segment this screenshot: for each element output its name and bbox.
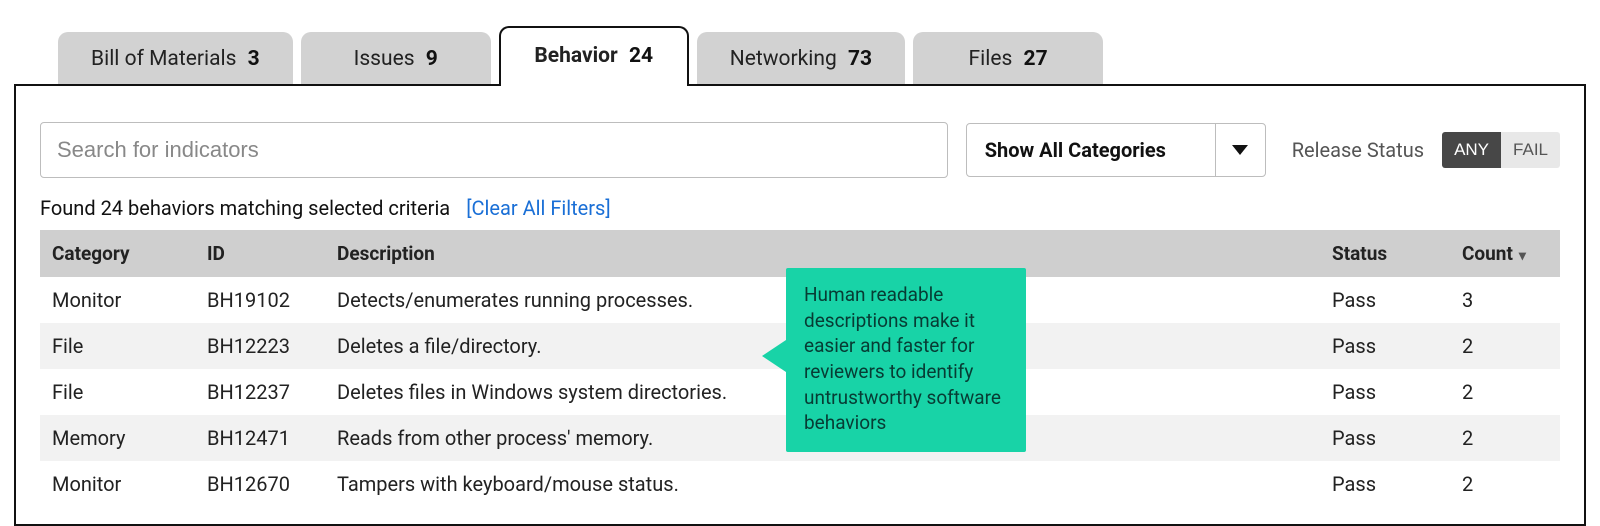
tab-count: 27	[1024, 47, 1048, 71]
cell-category: File	[40, 323, 195, 369]
tab-label: Files	[969, 47, 1013, 71]
callout-text: Human readable descriptions make it easi…	[804, 283, 1001, 434]
cell-status: Pass	[1320, 277, 1450, 323]
cell-id: BH19102	[195, 277, 325, 323]
clear-all-filters-link[interactable]: [Clear All Filters]	[466, 196, 610, 220]
cell-count: 2	[1450, 461, 1560, 507]
tab-bill-of-materials[interactable]: Bill of Materials 3	[58, 32, 293, 86]
toggle-fail-button[interactable]: FAIL	[1501, 132, 1560, 168]
category-dropdown[interactable]: Show All Categories	[966, 123, 1266, 177]
cell-category: File	[40, 369, 195, 415]
cell-count: 2	[1450, 415, 1560, 461]
col-label: Status	[1332, 242, 1387, 265]
tab-networking[interactable]: Networking 73	[697, 32, 905, 86]
cell-category: Memory	[40, 415, 195, 461]
cell-id: BH12670	[195, 461, 325, 507]
release-status-toggle: ANY FAIL	[1442, 132, 1560, 168]
cell-category: Monitor	[40, 277, 195, 323]
cell-category: Monitor	[40, 461, 195, 507]
tabs-row: Bill of Materials 3 Issues 9 Behavior 24…	[0, 0, 1600, 86]
col-label: ID	[207, 242, 225, 265]
search-box[interactable]	[40, 122, 948, 178]
search-input[interactable]	[57, 137, 931, 163]
table-row[interactable]: MonitorBH12670Tampers with keyboard/mous…	[40, 461, 1560, 507]
col-label: Description	[337, 242, 435, 265]
col-count[interactable]: Count ▾	[1450, 230, 1560, 277]
chevron-down-icon	[1215, 124, 1265, 176]
tab-count: 3	[248, 47, 260, 71]
cell-count: 2	[1450, 369, 1560, 415]
dropdown-label: Show All Categories	[967, 124, 1215, 176]
cell-status: Pass	[1320, 369, 1450, 415]
tab-count: 9	[426, 47, 438, 71]
sort-desc-icon: ▾	[1519, 248, 1526, 264]
tab-issues[interactable]: Issues 9	[301, 32, 491, 86]
tab-label: Bill of Materials	[91, 47, 236, 71]
tab-behavior[interactable]: Behavior 24	[499, 26, 689, 86]
cell-count: 3	[1450, 277, 1560, 323]
tab-label: Issues	[354, 47, 415, 71]
cell-status: Pass	[1320, 461, 1450, 507]
col-category[interactable]: Category	[40, 230, 195, 277]
tab-label: Behavior	[534, 44, 617, 68]
release-status-label: Release Status	[1292, 138, 1424, 162]
cell-count: 2	[1450, 323, 1560, 369]
toggle-any-button[interactable]: ANY	[1442, 132, 1501, 168]
results-summary-line: Found 24 behaviors matching selected cri…	[40, 196, 1560, 220]
col-label: Count	[1462, 242, 1513, 265]
col-id[interactable]: ID	[195, 230, 325, 277]
tab-count: 24	[629, 44, 653, 68]
cell-id: BH12471	[195, 415, 325, 461]
col-status[interactable]: Status	[1320, 230, 1450, 277]
content-panel: Show All Categories Release Status ANY F…	[14, 84, 1586, 526]
tab-files[interactable]: Files 27	[913, 32, 1103, 86]
cell-status: Pass	[1320, 415, 1450, 461]
results-summary: Found 24 behaviors matching selected cri…	[40, 196, 450, 220]
cell-id: BH12223	[195, 323, 325, 369]
cell-status: Pass	[1320, 323, 1450, 369]
annotation-callout: Human readable descriptions make it easi…	[786, 268, 1026, 452]
tab-count: 73	[848, 47, 872, 71]
filter-row: Show All Categories Release Status ANY F…	[40, 122, 1560, 178]
col-label: Category	[52, 242, 130, 265]
cell-id: BH12237	[195, 369, 325, 415]
tab-label: Networking	[730, 47, 837, 71]
cell-description: Tampers with keyboard/mouse status.	[325, 461, 1320, 507]
